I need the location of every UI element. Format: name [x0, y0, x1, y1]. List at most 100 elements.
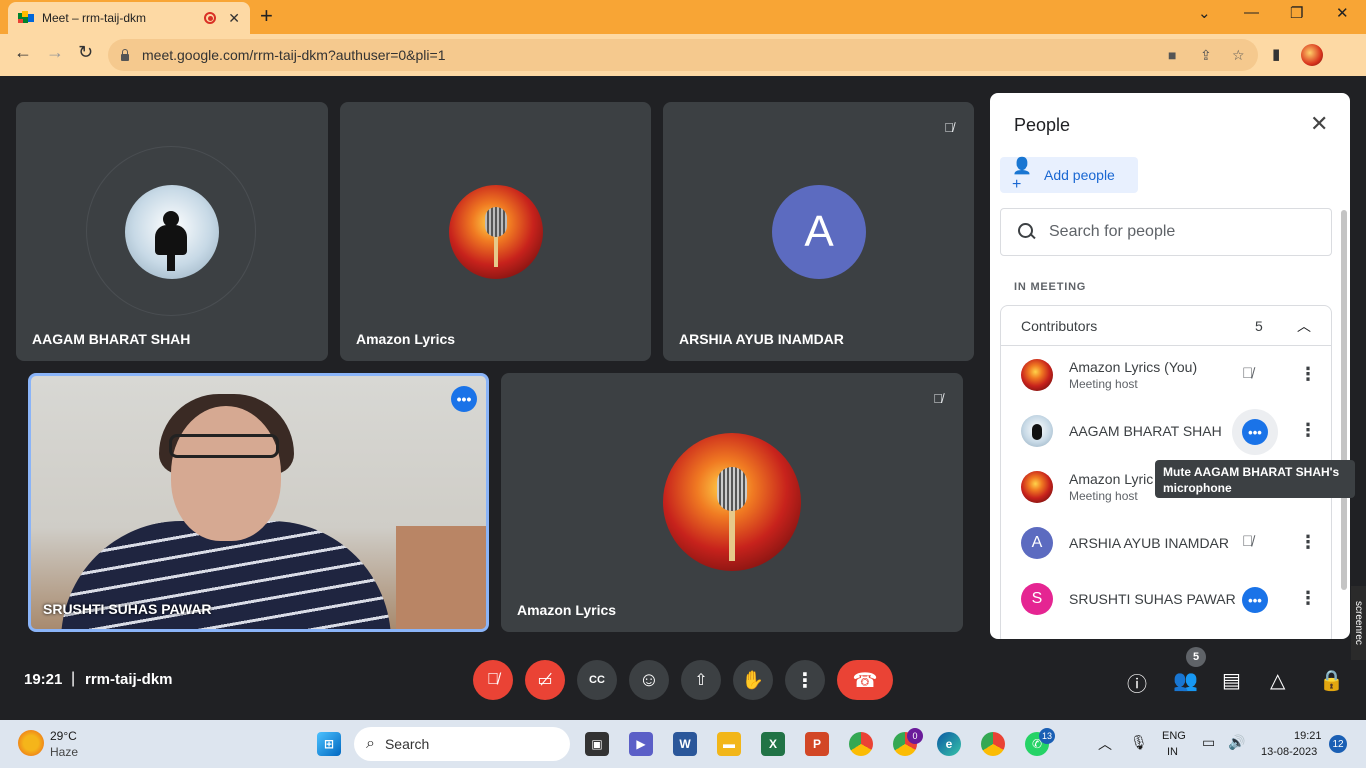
meeting-info-icon[interactable]: ⓘ — [1127, 668, 1147, 697]
maximize-button[interactable]: ❐ — [1290, 4, 1303, 22]
contributors-header[interactable]: Contributors 5 ︿ — [1001, 306, 1331, 346]
chrome-profile-badge: 0 — [907, 728, 923, 744]
profile-avatar[interactable] — [1301, 44, 1323, 66]
forward-icon[interactable]: → — [46, 42, 64, 63]
participant-name: Amazon Lyrics — [517, 602, 617, 618]
speaking-indicator-icon[interactable]: ••• — [1242, 419, 1268, 445]
windows-taskbar: 29°C Haze ⊞ ⌕ Search ▣ ▶ W ▬ X P 0 e ✆ 1… — [0, 720, 1366, 768]
share-icon[interactable]: ⇪ — [1200, 47, 1212, 64]
file-explorer-icon[interactable]: ▬ — [717, 732, 741, 756]
microphone-avatar — [1021, 359, 1053, 391]
whatsapp-badge: 13 — [1039, 728, 1055, 744]
browser-tab-bar: Meet – rrm-taij-dkm ✕ + ⌄ — ❐ ✕ — [0, 0, 1366, 34]
search-icon — [1017, 222, 1037, 242]
people-panel: People ✕ 👤+ Add people Search for people… — [990, 93, 1350, 639]
mic-off-icon[interactable]: 🎙̸ — [1242, 533, 1253, 550]
reload-icon[interactable]: ↻ — [78, 42, 93, 63]
edge-icon[interactable]: e — [937, 732, 961, 756]
temperature: 29°C — [50, 729, 77, 743]
group-label: Contributors — [1021, 318, 1098, 334]
mic-toggle-button[interactable]: 🎙̸ — [473, 660, 513, 700]
network-icon[interactable]: ▭ — [1202, 734, 1215, 751]
chrome-icon[interactable] — [849, 732, 873, 756]
people-icon[interactable]: 👥 — [1173, 668, 1198, 693]
taskbar-search[interactable]: ⌕ Search — [354, 727, 570, 761]
captions-button[interactable]: CC — [577, 660, 617, 700]
url-text: meet.google.com/rrm-taij-dkm?authuser=0&… — [142, 47, 446, 63]
participant-tile[interactable]: AAGAM BHARAT SHAH — [16, 102, 328, 361]
participant-tile[interactable]: 🎙̸ A ARSHIA AYUB INAMDAR — [663, 102, 974, 361]
participant-name: Amazon Lyrics — [356, 331, 456, 347]
mute-tooltip: Mute AAGAM BHARAT SHAH's microphone — [1155, 460, 1355, 498]
mic-off-icon: 🎙̸ — [944, 119, 954, 135]
teams-icon[interactable]: ▶ — [629, 732, 653, 756]
region-label: IN — [1167, 746, 1178, 758]
tab-close-icon[interactable]: ✕ — [228, 10, 240, 27]
chat-icon[interactable]: ▤ — [1222, 668, 1241, 693]
more-options-icon[interactable]: ••• — [451, 386, 477, 412]
background-sofa — [396, 526, 486, 629]
more-vert-icon[interactable]: ⋮ — [1299, 420, 1317, 441]
emoji-reaction-button[interactable]: ☺ — [629, 660, 669, 700]
browser-tab[interactable]: Meet – rrm-taij-dkm ✕ — [8, 2, 250, 34]
speaking-indicator-icon[interactable]: ••• — [1242, 587, 1268, 613]
weather-icon[interactable] — [18, 730, 44, 756]
lock-icon[interactable] — [120, 49, 130, 61]
address-bar-row: ← → ↻ meet.google.com/rrm-taij-dkm?authu… — [0, 34, 1366, 76]
microphone-avatar — [449, 185, 543, 279]
microphone-icon[interactable]: 🎙 — [1130, 734, 1148, 751]
participant-name: AAGAM BHARAT SHAH — [32, 331, 191, 347]
more-vert-icon[interactable]: ⋮ — [1299, 532, 1317, 553]
volume-icon[interactable]: 🔊 — [1228, 734, 1245, 751]
meeting-code: rrm-taij-dkm — [85, 671, 173, 688]
camera-icon[interactable]: ■ — [1168, 47, 1176, 63]
chrome-active-icon[interactable] — [981, 732, 1005, 756]
search-people-input[interactable]: Search for people — [1000, 208, 1332, 256]
raise-hand-button[interactable]: ✋ — [733, 660, 773, 700]
new-tab-button[interactable]: + — [260, 5, 273, 27]
chevron-up-icon[interactable]: ︿ — [1098, 734, 1112, 754]
url-bar[interactable]: meet.google.com/rrm-taij-dkm?authuser=0&… — [108, 39, 1258, 71]
letter-avatar: A — [1021, 527, 1053, 559]
close-icon[interactable]: ✕ — [1310, 111, 1328, 137]
leave-call-button[interactable]: ☎ — [837, 660, 893, 700]
side-panel-icon[interactable]: ▮ — [1272, 45, 1280, 63]
windows-start-icon[interactable]: ⊞ — [317, 732, 341, 756]
language-label[interactable]: ENG — [1162, 730, 1186, 742]
window-close-button[interactable]: ✕ — [1336, 4, 1349, 22]
chevron-up-icon[interactable]: ︿ — [1297, 316, 1311, 336]
tab-search-icon[interactable]: ⌄ — [1198, 4, 1211, 22]
notification-badge[interactable]: 12 — [1329, 735, 1347, 753]
present-screen-button[interactable]: ⇧ — [681, 660, 721, 700]
participant-name: SRUSHTI SUHAS PAWAR — [1069, 591, 1236, 607]
panel-scrollbar[interactable] — [1341, 210, 1347, 590]
weather-condition: Haze — [50, 745, 79, 759]
minimize-button[interactable]: — — [1244, 4, 1259, 21]
back-icon[interactable]: ← — [14, 42, 32, 63]
powerpoint-icon[interactable]: P — [805, 732, 829, 756]
camera-toggle-button[interactable]: ▭̸ — [525, 660, 565, 700]
participant-row: A ARSHIA AYUB INAMDAR 🎙̸ ⋮ — [1001, 515, 1331, 571]
more-options-button[interactable]: ⋮ — [785, 660, 825, 700]
task-view-icon[interactable]: ▣ — [585, 732, 609, 756]
bookmark-star-icon[interactable]: ☆ — [1232, 47, 1245, 64]
activities-icon[interactable]: △ — [1270, 668, 1285, 693]
add-people-button[interactable]: 👤+ Add people — [1000, 157, 1138, 193]
separator: | — [71, 670, 76, 687]
more-vert-icon[interactable]: ⋮ — [1299, 588, 1317, 609]
host-controls-icon[interactable]: 🔒 — [1319, 668, 1344, 693]
taskbar-time[interactable]: 19:21 — [1294, 730, 1322, 742]
participant-name: SRUSHTI SUHAS PAWAR — [43, 601, 212, 617]
excel-icon[interactable]: X — [761, 732, 785, 756]
participant-tile[interactable]: 🎙̸ Amazon Lyrics — [501, 373, 963, 632]
participant-tile[interactable]: Amazon Lyrics — [340, 102, 651, 361]
group-count: 5 — [1255, 318, 1263, 334]
itachi-avatar — [1021, 415, 1053, 447]
screenrec-widget[interactable]: screenrec — [1351, 586, 1366, 660]
participant-video-tile[interactable]: ••• SRUSHTI SUHAS PAWAR — [28, 373, 489, 632]
more-vert-icon[interactable]: ⋮ — [1299, 364, 1317, 385]
google-meet-icon — [18, 11, 34, 25]
mic-off-icon[interactable]: 🎙̸ — [1242, 365, 1253, 382]
participant-name: ARSHIA AYUB INAMDAR — [679, 331, 844, 347]
word-icon[interactable]: W — [673, 732, 697, 756]
